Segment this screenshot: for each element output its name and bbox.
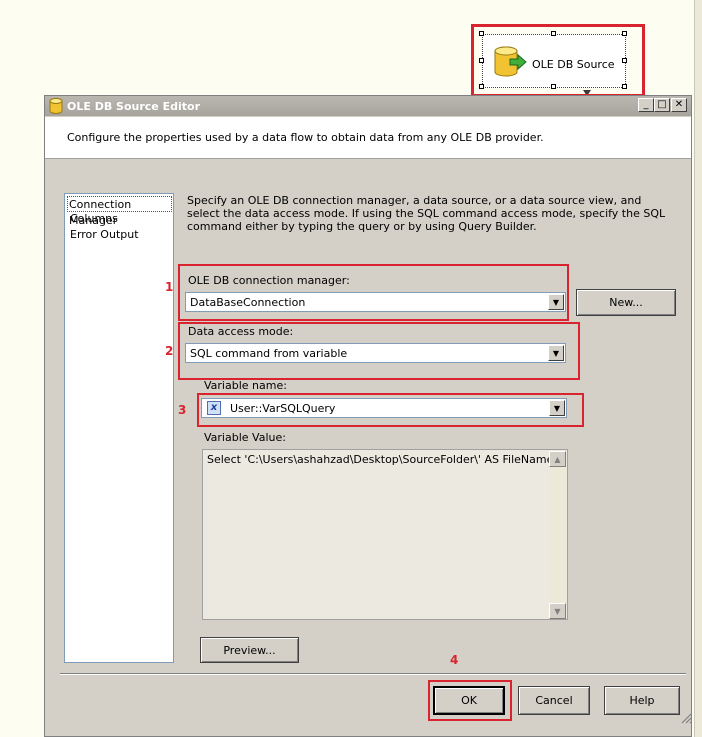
maximize-icon: □ — [657, 99, 667, 110]
nav-item-connection-manager[interactable]: Connection Manager — [67, 196, 172, 227]
highlight-box-variable-name — [197, 393, 584, 427]
annotation-number-4: 4 — [450, 653, 459, 667]
component-highlight — [471, 24, 645, 97]
preview-button[interactable]: Preview... — [200, 637, 299, 663]
highlight-box-connection-manager — [178, 264, 569, 321]
help-button[interactable]: Help — [604, 686, 680, 715]
page-description: Specify an OLE DB connection manager, a … — [187, 194, 666, 233]
annotation-number-1: 1 — [165, 280, 174, 294]
scroll-up-icon[interactable]: ▲ — [549, 451, 566, 467]
minimize-button[interactable]: _ — [638, 98, 654, 112]
cancel-button[interactable]: Cancel — [518, 686, 590, 715]
scroll-down-icon[interactable]: ▼ — [549, 603, 566, 619]
footer-separator — [60, 673, 686, 675]
nav-item-error-output[interactable]: Error Output — [69, 227, 173, 243]
variable-value-label: Variable Value: — [204, 431, 286, 444]
variable-name-label: Variable name: — [204, 379, 287, 392]
database-icon — [49, 98, 63, 114]
resize-grip-icon[interactable] — [680, 712, 692, 724]
dialog-title: OLE DB Source Editor — [67, 100, 200, 113]
page-nav-list — [64, 193, 174, 663]
close-icon: ✕ — [674, 99, 684, 110]
close-button[interactable]: ✕ — [671, 98, 687, 112]
canvas-side-panel — [695, 0, 702, 737]
header-description: Configure the properties used by a data … — [67, 131, 544, 144]
nav-item-columns[interactable]: Columns — [69, 211, 173, 227]
highlight-box-ok — [428, 680, 512, 721]
variable-value-text: Select 'C:\Users\ashahzad\Desktop\Source… — [207, 453, 554, 466]
highlight-box-access-mode — [178, 322, 580, 380]
annotation-number-3: 3 — [178, 403, 187, 417]
new-connection-button[interactable]: New... — [576, 289, 676, 316]
variable-value-textarea[interactable] — [202, 449, 568, 620]
maximize-button[interactable]: □ — [654, 98, 670, 112]
vertical-scrollbar[interactable] — [549, 451, 566, 618]
minimize-icon: _ — [643, 99, 649, 110]
annotation-number-2: 2 — [165, 344, 174, 358]
